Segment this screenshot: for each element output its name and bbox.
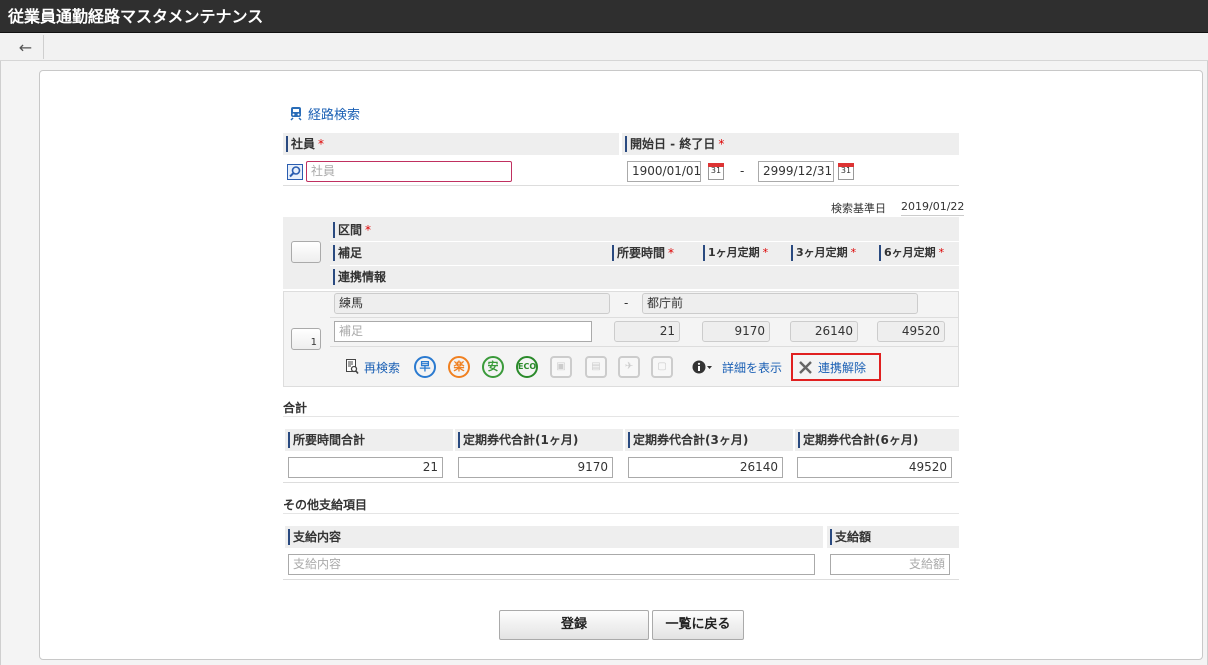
content-input[interactable]: 支給内容	[288, 554, 815, 575]
period-header: 開始日 - 終了日 *	[622, 133, 959, 155]
content-frame: 経路検索 社員 * 開始日 - 終了日 * 社員 1900/01/01 31 - 2…	[0, 61, 1208, 665]
car-filter-icon[interactable]: ▢	[651, 356, 673, 378]
search-icon[interactable]	[287, 164, 303, 180]
train-icon	[290, 107, 302, 121]
note-header: 補足	[330, 242, 600, 264]
select-all-checkbox[interactable]	[291, 241, 321, 263]
show-detail-link[interactable]: 詳細を表示	[722, 359, 782, 376]
info-dropdown-icon[interactable]	[692, 360, 714, 374]
employee-input[interactable]: 社員	[306, 161, 512, 182]
time-value: 21	[614, 321, 680, 342]
employee-header: 社員 *	[283, 133, 619, 155]
start-date-input[interactable]: 1900/01/01	[627, 161, 701, 182]
section-to: 都庁前	[642, 293, 918, 314]
back-to-list-button[interactable]: 一覧に戻る	[652, 610, 744, 640]
early-filter-button[interactable]: 早	[414, 356, 436, 378]
total-time-value: 21	[288, 457, 443, 478]
research-link[interactable]: 再検索	[364, 359, 400, 376]
note-input[interactable]: 補足	[334, 321, 592, 342]
calendar-icon[interactable]: 31	[708, 163, 724, 180]
three-month-header: 3ヶ月定期 *	[788, 242, 873, 264]
amount-header: 支給額	[827, 526, 959, 548]
plane-filter-icon[interactable]: ✈	[618, 356, 640, 378]
base-date-value: 2019/01/22	[901, 200, 965, 216]
section-header: 区間 *	[330, 219, 530, 241]
base-date-label: 検索基準日	[831, 202, 886, 215]
amount-input[interactable]: 支給額	[830, 554, 950, 575]
link-info-header: 連携情報	[330, 266, 530, 288]
total-three-month-value: 26140	[628, 457, 783, 478]
six-month-value: 49520	[877, 321, 945, 342]
calendar-icon[interactable]: 31	[838, 163, 854, 180]
total-three-month-header: 定期券代合計(3ヶ月)	[625, 429, 793, 451]
total-time-header: 所要時間合計	[285, 429, 453, 451]
train-filter-icon[interactable]: ▣	[550, 356, 572, 378]
date-separator: -	[740, 164, 745, 178]
research-icon	[346, 359, 359, 374]
six-month-header: 6ヶ月定期 *	[876, 242, 959, 264]
eco-filter-button[interactable]: ECO	[516, 356, 538, 378]
content-header: 支給内容	[285, 526, 823, 548]
toolbar: ←	[0, 33, 1208, 61]
section-separator: -	[624, 296, 629, 310]
end-date-input[interactable]: 2999/12/31	[758, 161, 834, 182]
close-icon	[799, 360, 812, 374]
total-one-month-header: 定期券代合計(1ヶ月)	[455, 429, 623, 451]
total-six-month-header: 定期券代合計(6ヶ月)	[795, 429, 959, 451]
route-search-link[interactable]: 経路検索	[289, 104, 360, 123]
time-header: 所要時間 *	[609, 242, 695, 264]
one-month-value: 9170	[702, 321, 770, 342]
totals-title: 合計	[283, 401, 308, 415]
app-title: 従業員通勤経路マスタメンテナンス	[0, 0, 1208, 33]
other-title: その他支給項目	[283, 498, 368, 512]
unlink-label: 連携解除	[818, 360, 867, 375]
back-button[interactable]: ←	[8, 35, 44, 59]
register-button[interactable]: 登録	[499, 610, 649, 640]
section-from: 練馬	[334, 293, 610, 314]
main-panel: 経路検索 社員 * 開始日 - 終了日 * 社員 1900/01/01 31 - 2…	[39, 70, 1203, 660]
route-row-checkbox[interactable]: 1	[291, 328, 321, 350]
arrow-left-icon: ←	[18, 37, 33, 57]
cheap-filter-button[interactable]: 安	[482, 356, 504, 378]
bus-filter-icon[interactable]: ▤	[585, 356, 607, 378]
one-month-header: 1ヶ月定期 *	[700, 242, 785, 264]
route-search-label: 経路検索	[308, 108, 361, 123]
total-one-month-value: 9170	[458, 457, 613, 478]
three-month-value: 26140	[790, 321, 858, 342]
unlink-button[interactable]: 連携解除	[791, 353, 881, 381]
easy-filter-button[interactable]: 楽	[448, 356, 470, 378]
total-six-month-value: 49520	[797, 457, 952, 478]
